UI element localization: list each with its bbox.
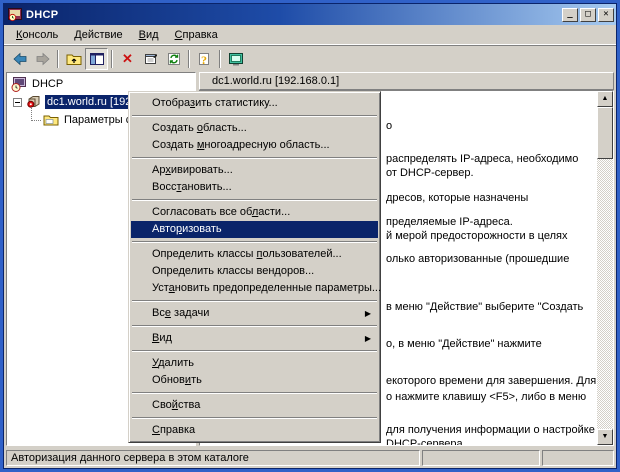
delete-button[interactable]: ✕ [116,48,139,70]
forward-button[interactable] [31,48,54,70]
menu-separator [132,199,377,201]
content-text-line: екоторого времени для завершения. Для [386,375,596,387]
app-icon [8,8,22,22]
help-icon: ? [197,51,213,67]
ctx-reconcile-all-scopes[interactable]: Согласовать все области... [131,204,378,221]
content-text-line: распределять IP-адреса, необходимо [386,153,578,165]
dhcp-root-icon [11,76,27,92]
details-column-header[interactable]: dc1.world.ru [192.168.0.1] [199,72,614,90]
content-text-line: о [386,120,392,132]
menu-konsol[interactable]: Консоль [8,27,66,43]
toolbar: ✕ ? [4,45,616,71]
content-text-line: в меню "Действие" выберите "Создать [386,301,583,313]
content-text-line: о, в меню "Действие" нажмите [386,338,542,350]
ctx-define-user-classes[interactable]: Определить классы пользователей... [131,246,378,263]
forward-icon [35,51,51,67]
ctx-view[interactable]: Вид▶ [131,330,378,347]
scroll-up-icon[interactable]: ▲ [597,91,613,107]
submenu-arrow-icon: ▶ [365,331,371,347]
ctx-authorize[interactable]: Авторизовать [131,221,378,238]
collapse-toggle-icon[interactable] [13,98,22,107]
ctx-help[interactable]: Справка [131,422,378,439]
minimize-button[interactable]: _ [562,8,578,22]
toolbar-separator [111,50,113,68]
ctx-new-scope[interactable]: Создать область... [131,120,378,137]
status-text: Авторизация данного сервера в этом катал… [6,450,420,466]
scrollbar-thumb[interactable] [597,107,613,159]
properties-icon [143,51,159,67]
content-text-line: DHCP-сервера. [386,438,466,446]
menu-separator [132,417,377,419]
menu-bar: Консоль Действие Вид Справка [4,25,616,45]
console-window-icon [228,51,244,67]
svg-text:?: ? [201,53,207,67]
up-one-level-button[interactable] [62,48,85,70]
content-text-line: олько авторизованные (прошедшие [386,253,569,265]
ctx-properties[interactable]: Свойства [131,397,378,414]
menu-separator [132,325,377,327]
up-folder-icon [66,51,82,67]
close-button[interactable]: ✕ [598,8,614,22]
window-title: DHCP [26,9,560,21]
menu-separator [132,300,377,302]
content-text-line: дресов, которые назначены [386,192,528,204]
ctx-delete[interactable]: Удалить [131,355,378,372]
status-panel-3 [542,450,614,466]
ctx-restore[interactable]: Восстановить... [131,179,378,196]
ctx-refresh[interactable]: Обновить [131,372,378,389]
folder-icon [43,112,59,128]
content-text-line: для получения информации о настройке [386,424,595,436]
status-bar: Авторизация данного сервера в этом катал… [4,448,616,468]
ctx-new-multicast-scope[interactable]: Создать многоадресную область... [131,137,378,154]
tree-connector [31,107,41,121]
help-button[interactable]: ? [193,48,216,70]
menu-separator [132,392,377,394]
scroll-down-icon[interactable]: ▼ [597,429,613,445]
menu-spravka[interactable]: Справка [167,27,226,43]
ctx-backup[interactable]: Архивировать... [131,162,378,179]
content-text-line: й мерой предосторожности в целях [386,230,567,242]
menu-deystvie[interactable]: Действие [66,27,130,43]
toolbar-separator [57,50,59,68]
refresh-icon [166,51,182,67]
ctx-define-vendor-classes[interactable]: Определить классы вендоров... [131,263,378,280]
content-text-line: от DHCP-сервер. [386,167,474,179]
toolbar-separator [188,50,190,68]
properties-button[interactable] [139,48,162,70]
menu-vid[interactable]: Вид [131,27,167,43]
maximize-button[interactable]: □ [580,8,596,22]
back-button[interactable] [8,48,31,70]
server-context-menu: Отобразить статистику... Создать область… [128,91,381,443]
submenu-arrow-icon: ▶ [365,306,371,322]
show-hide-tree-button[interactable] [85,48,108,70]
refresh-button[interactable] [162,48,185,70]
tree-root-label: DHCP [30,77,65,91]
menu-separator [132,157,377,159]
content-text-line: пределяемые IP-адреса. [386,216,513,228]
toolbar-separator [219,50,221,68]
status-panel-2 [422,450,540,466]
ctx-set-predefined-options[interactable]: Установить предопределенные параметры... [131,280,378,297]
show-hide-tree-icon [89,51,105,67]
vertical-scrollbar[interactable]: ▲ ▼ [597,91,613,445]
ctx-display-statistics[interactable]: Отобразить статистику... [131,95,378,112]
menu-separator [132,241,377,243]
menu-separator [132,350,377,352]
menu-separator [132,115,377,117]
console-window-button[interactable] [224,48,247,70]
title-bar: DHCP _ □ ✕ [4,4,616,25]
delete-icon: ✕ [122,51,133,67]
back-icon [12,51,28,67]
content-text-line: о нажмите клавишу <F5>, либо в меню [386,391,586,403]
ctx-all-tasks[interactable]: Все задачи▶ [131,305,378,322]
